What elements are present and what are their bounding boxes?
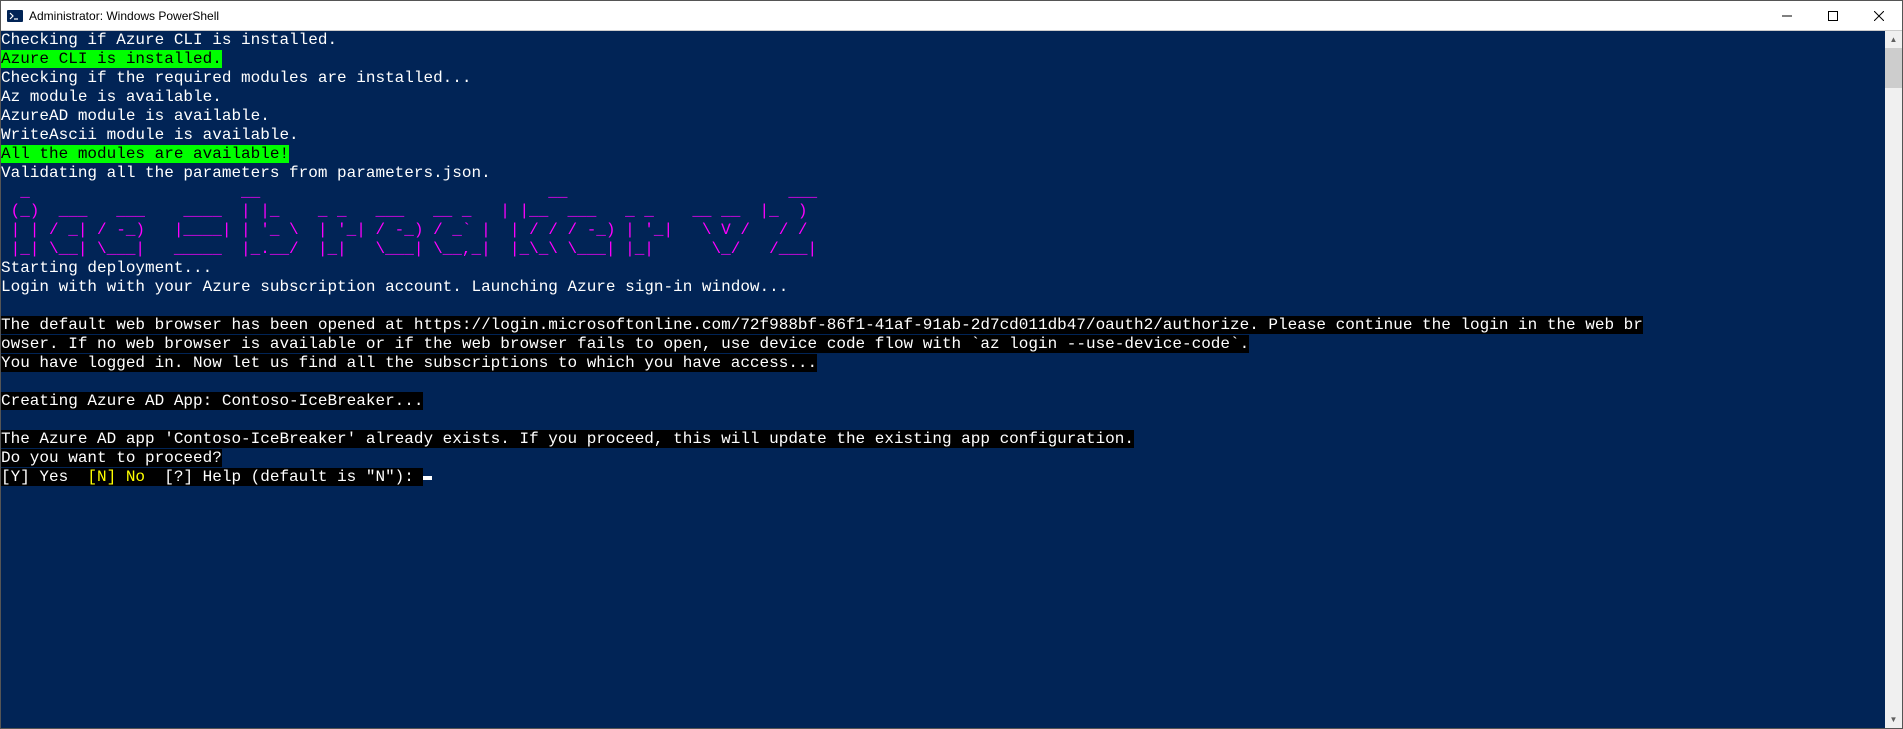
output-line: You have logged in. Now let us find all … xyxy=(1,354,1885,373)
output-line: Validating all the parameters from param… xyxy=(1,164,1885,183)
output-line: Checking if Azure CLI is installed. xyxy=(1,31,1885,50)
output-line: All the modules are available! xyxy=(1,145,1885,164)
output-line: Azure CLI is installed. xyxy=(1,50,1885,69)
blank-line xyxy=(1,297,1885,316)
ascii-art-line: |_| \__| \___| _____ |_.__/ |_| \___| \_… xyxy=(1,240,1885,259)
powershell-icon xyxy=(7,8,23,24)
output-line: WriteAscii module is available. xyxy=(1,126,1885,145)
black-bg-text: Creating Azure AD App: Contoso-IceBreake… xyxy=(1,392,423,410)
black-bg-text: The Azure AD app 'Contoso-IceBreaker' al… xyxy=(1,430,1134,448)
highlighted-text: All the modules are available! xyxy=(1,145,289,163)
prompt-no: [N] No xyxy=(87,468,145,486)
ascii-art-line: (_) ___ ___ ____ | |_ _ _ ___ __ _ | |__… xyxy=(1,202,1885,221)
output-line: The default web browser has been opened … xyxy=(1,316,1885,335)
minimize-button[interactable] xyxy=(1764,1,1810,30)
ascii-art-line: _ __ __ ___ xyxy=(1,183,1885,202)
prompt-line: [Y] Yes [N] No [?] Help (default is "N")… xyxy=(1,468,1885,487)
output-line: Do you want to proceed? xyxy=(1,449,1885,468)
cursor xyxy=(423,476,432,480)
output-line: Checking if the required modules are ins… xyxy=(1,69,1885,88)
output-line: Starting deployment... xyxy=(1,259,1885,278)
blank-line xyxy=(1,373,1885,392)
scroll-up-button[interactable]: ▲ xyxy=(1885,31,1902,48)
black-bg-text: The default web browser has been opened … xyxy=(1,316,1643,334)
highlighted-text: Azure CLI is installed. xyxy=(1,50,222,68)
terminal-output[interactable]: Checking if Azure CLI is installed.Azure… xyxy=(1,31,1885,728)
maximize-button[interactable] xyxy=(1810,1,1856,30)
output-line: Login with with your Azure subscription … xyxy=(1,278,1885,297)
output-line: The Azure AD app 'Contoso-IceBreaker' al… xyxy=(1,430,1885,449)
output-line: Az module is available. xyxy=(1,88,1885,107)
blank-line xyxy=(1,411,1885,430)
black-bg-text: Do you want to proceed? xyxy=(1,449,222,467)
black-bg-text: owser. If no web browser is available or… xyxy=(1,335,1249,353)
output-line: Creating Azure AD App: Contoso-IceBreake… xyxy=(1,392,1885,411)
vertical-scrollbar[interactable]: ▲ ▼ xyxy=(1885,31,1902,728)
scroll-down-button[interactable]: ▼ xyxy=(1885,711,1902,728)
prompt-help: [?] Help (default is "N"): xyxy=(145,468,423,486)
window-controls xyxy=(1764,1,1902,30)
output-line: owser. If no web browser is available or… xyxy=(1,335,1885,354)
window-title: Administrator: Windows PowerShell xyxy=(29,9,1764,23)
powershell-window: Administrator: Windows PowerShell Checki… xyxy=(0,0,1903,729)
scroll-thumb[interactable] xyxy=(1885,48,1902,88)
output-line: AzureAD module is available. xyxy=(1,107,1885,126)
body-wrap: Checking if Azure CLI is installed.Azure… xyxy=(1,31,1902,728)
ascii-art-line: | | / _| / -_) |____| | '_ \ | '_| / -_)… xyxy=(1,221,1885,240)
close-button[interactable] xyxy=(1856,1,1902,30)
black-bg-text: You have logged in. Now let us find all … xyxy=(1,354,817,372)
prompt-yes: [Y] Yes xyxy=(1,468,87,486)
titlebar[interactable]: Administrator: Windows PowerShell xyxy=(1,1,1902,31)
